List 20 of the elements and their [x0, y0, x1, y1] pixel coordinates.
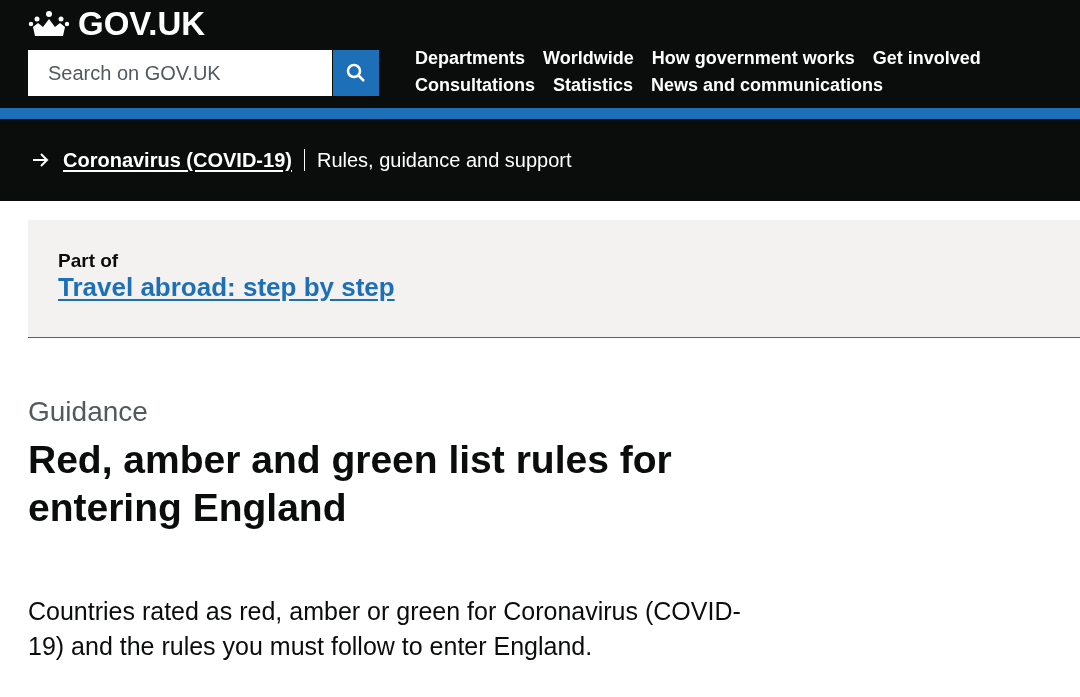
part-of-label: Part of [58, 250, 119, 272]
breadcrumb-text: Rules, guidance and support [303, 149, 572, 171]
document-type: Guidance [28, 395, 149, 429]
nav-link[interactable]: Get involved [872, 48, 981, 69]
page-description: Countries rated as red, amber or green for Coronavirus (COVID-19) and the rules you must follow to enter England. [28, 596, 742, 662]
nav-link[interactable]: Statistics [553, 75, 634, 96]
site-logo[interactable]: GOV.UK [78, 6, 206, 42]
breadcrumb-link[interactable]: Coronavirus (COVID-19) [63, 148, 292, 172]
nav-link[interactable]: Departments [415, 48, 526, 69]
nav-link[interactable]: Worldwide [543, 48, 634, 69]
arrow-icon [32, 153, 49, 167]
page-title: Red, amber and green list rules for entering England [28, 437, 673, 531]
nav-link[interactable]: News and communications [651, 75, 884, 96]
nav-link[interactable]: Consultations [415, 75, 535, 96]
crown-icon [28, 9, 70, 39]
search-button[interactable] [333, 50, 379, 96]
search-field[interactable]: Search on GOV.UK [28, 50, 332, 96]
nav-link[interactable]: How government works [651, 48, 855, 69]
search-icon [346, 63, 366, 83]
step-by-step-link[interactable]: Travel abroad: step by step [58, 272, 395, 303]
